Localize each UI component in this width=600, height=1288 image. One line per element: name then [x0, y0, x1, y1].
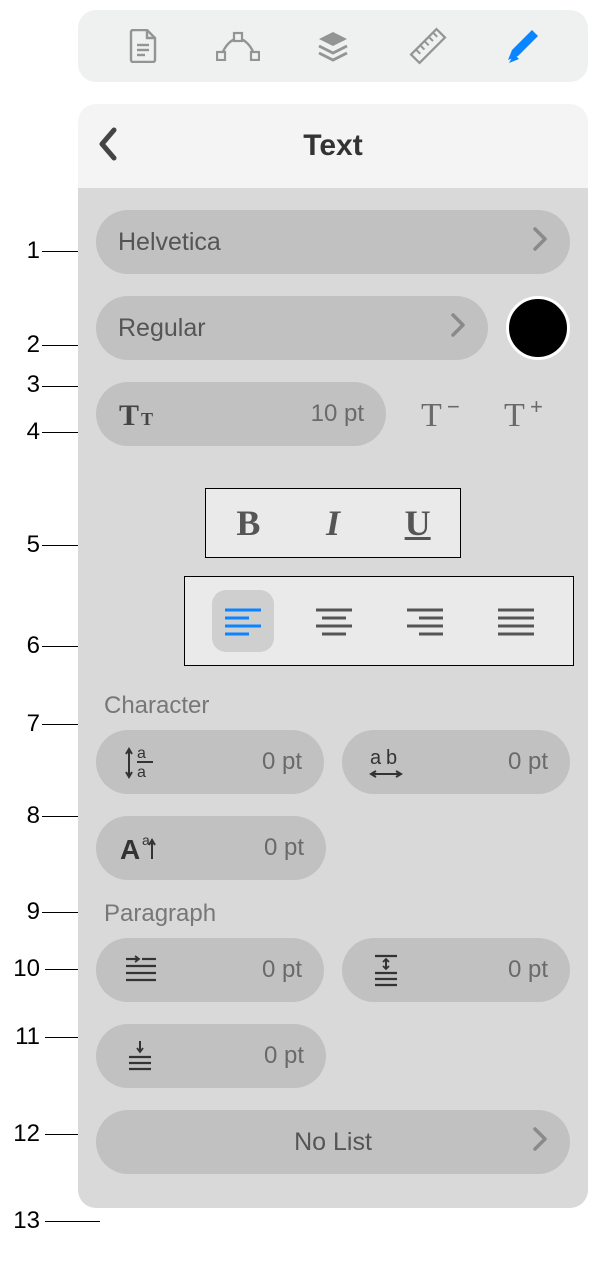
svg-text:a: a — [137, 764, 146, 780]
inspector-tab-bar — [78, 10, 588, 82]
line-spacing-icon: aa — [118, 744, 162, 780]
svg-text:−: − — [447, 396, 460, 419]
callout-label-11: 11 — [0, 1023, 40, 1051]
panel-body: Helvetica Regular TT 10 pt — [78, 188, 588, 1208]
svg-text:a: a — [370, 747, 382, 769]
callout-label-8: 8 — [0, 802, 40, 830]
callout-label-4: 4 — [0, 418, 40, 446]
list-style-button[interactable]: No List — [96, 1110, 570, 1174]
callout-label-7: 7 — [0, 710, 40, 738]
font-family-label: Helvetica — [118, 228, 221, 257]
callout-label-1: 1 — [0, 237, 40, 265]
tab-path[interactable] — [215, 23, 261, 69]
first-line-indent-value: 0 pt — [262, 956, 302, 984]
callout-line-13 — [45, 1221, 100, 1222]
svg-text:+: + — [530, 396, 543, 419]
space-before-icon — [364, 953, 408, 987]
svg-text:T: T — [141, 409, 153, 429]
tab-layers[interactable] — [310, 23, 356, 69]
svg-text:A: A — [120, 834, 140, 865]
callout-label-2: 2 — [0, 331, 40, 359]
align-left-button[interactable] — [212, 590, 274, 652]
tab-document[interactable] — [120, 23, 166, 69]
svg-text:a: a — [142, 832, 150, 848]
svg-text:T: T — [504, 397, 525, 432]
first-line-indent-icon — [118, 955, 162, 985]
panel-header: Text — [78, 104, 588, 188]
chevron-right-icon — [532, 1126, 548, 1159]
space-before-field[interactable]: 0 pt — [342, 938, 570, 1002]
callout-label-12: 12 — [0, 1120, 40, 1148]
tracking-value: 0 pt — [508, 748, 548, 776]
tab-appearance[interactable] — [500, 23, 546, 69]
underline-button[interactable]: U — [383, 502, 453, 544]
align-right-button[interactable] — [394, 590, 456, 652]
paragraph-section-label: Paragraph — [104, 900, 570, 928]
svg-text:a: a — [137, 745, 146, 762]
chevron-right-icon — [450, 312, 466, 345]
first-line-indent-field[interactable]: 0 pt — [96, 938, 324, 1002]
italic-button[interactable]: I — [298, 502, 368, 544]
text-align-segmented — [184, 576, 574, 666]
baseline-shift-icon: Aa — [118, 831, 162, 865]
callout-label-9: 9 — [0, 898, 40, 926]
callout-label-13: 13 — [0, 1207, 40, 1235]
space-after-field[interactable]: 0 pt — [96, 1024, 326, 1088]
chevron-right-icon — [532, 226, 548, 259]
font-family-button[interactable]: Helvetica — [96, 210, 570, 274]
tracking-field[interactable]: ab 0 pt — [342, 730, 570, 794]
font-size-increase-button[interactable]: T+ — [504, 396, 554, 432]
space-after-value: 0 pt — [264, 1042, 304, 1070]
line-spacing-field[interactable]: aa 0 pt — [96, 730, 324, 794]
bold-button[interactable]: B — [213, 502, 283, 544]
baseline-shift-value: 0 pt — [264, 834, 304, 862]
font-size-decrease-button[interactable]: T− — [421, 396, 471, 432]
tab-ruler[interactable] — [405, 23, 451, 69]
back-button[interactable] — [96, 126, 118, 167]
callout-label-10: 10 — [0, 955, 40, 983]
character-section-label: Character — [104, 692, 570, 720]
space-after-icon — [118, 1039, 162, 1073]
inspector-panel: Text Helvetica Regular TT — [78, 10, 588, 1208]
svg-text:b: b — [386, 747, 397, 769]
font-size-icon: TT — [118, 399, 162, 429]
space-before-value: 0 pt — [508, 956, 548, 984]
callout-label-6: 6 — [0, 632, 40, 660]
svg-text:T: T — [119, 399, 139, 429]
text-style-segmented: B I U — [205, 488, 461, 558]
font-weight-label: Regular — [118, 314, 206, 343]
tracking-icon: ab — [364, 744, 408, 780]
line-spacing-value: 0 pt — [262, 748, 302, 776]
text-color-swatch[interactable] — [506, 296, 570, 360]
baseline-shift-field[interactable]: Aa 0 pt — [96, 816, 326, 880]
svg-text:T: T — [421, 397, 442, 432]
font-size-value: 10 pt — [311, 400, 364, 428]
font-weight-button[interactable]: Regular — [96, 296, 488, 360]
callout-label-3: 3 — [0, 371, 40, 399]
align-justify-button[interactable] — [485, 590, 547, 652]
font-size-field[interactable]: TT 10 pt — [96, 382, 386, 446]
callout-label-5: 5 — [0, 531, 40, 559]
align-center-button[interactable] — [303, 590, 365, 652]
list-style-label: No List — [294, 1128, 372, 1157]
panel-title: Text — [78, 129, 588, 163]
